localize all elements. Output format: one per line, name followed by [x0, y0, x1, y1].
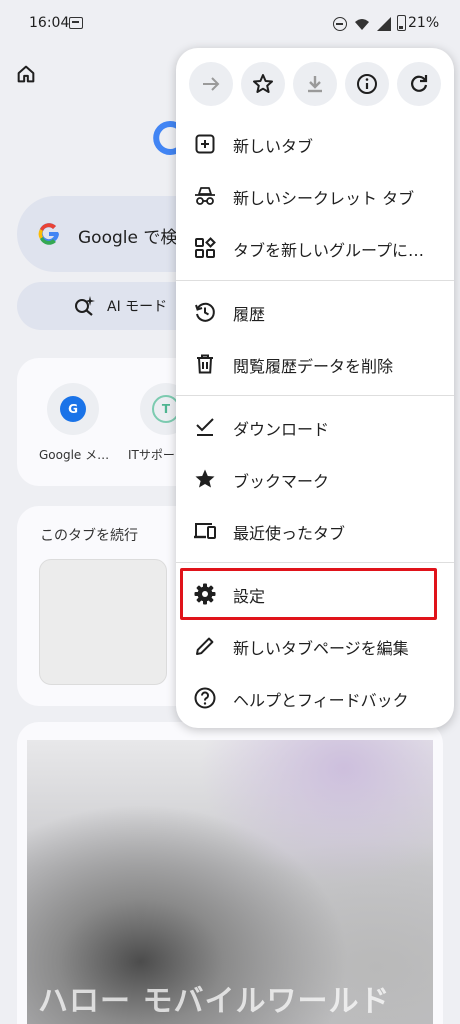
shortcut-google[interactable]: G [47, 383, 99, 435]
bookmark-button[interactable] [241, 62, 285, 106]
menu-item-label: ヘルプとフィードバック [233, 691, 409, 710]
menu-item-label: 最近使ったタブ [233, 524, 346, 543]
ai-search-sparkle-icon [75, 296, 95, 316]
menu-item-clear-browsing-data[interactable]: 閲覧履歴データを削除 [176, 338, 454, 390]
menu-item-label: 履歴 [233, 305, 266, 324]
page-info-button[interactable] [345, 62, 389, 106]
menu-item-tab-group[interactable]: タブを新しいグループに… [176, 222, 454, 274]
menu-divider [176, 280, 454, 281]
download-check-icon [196, 418, 214, 436]
menu-item-label: 新しいシークレット タブ [233, 189, 415, 208]
new-tab-icon [195, 134, 215, 154]
status-time: 16:04 [29, 15, 70, 31]
forward-button[interactable] [189, 62, 233, 106]
battery-percent: 21% [408, 15, 440, 31]
download-page-button[interactable] [293, 62, 337, 106]
browser-screen: 16:04 21% Google で検 AI モード G T Google メ…… [0, 0, 460, 1024]
refresh-button[interactable] [397, 62, 441, 106]
shortcut-icon-google: G [60, 396, 86, 422]
menu-item-downloads[interactable]: ダウンロード [176, 401, 454, 453]
battery-icon [397, 15, 406, 31]
help-icon [194, 687, 216, 709]
menu-item-label: タブを新しいグループに… [233, 241, 425, 260]
google-g-icon [38, 223, 59, 245]
bookmark-star-icon [253, 74, 273, 93]
tab-group-icon [195, 237, 216, 258]
menu-action-row [176, 62, 454, 106]
watermark-logo: ハロー モバイルワールド [38, 984, 391, 1019]
menu-divider [176, 562, 454, 563]
menu-item-bookmarks[interactable]: ブックマーク [176, 453, 454, 505]
star-icon [195, 469, 215, 488]
wifi-icon [355, 19, 369, 30]
trash-icon [197, 354, 213, 374]
home-icon[interactable] [15, 63, 37, 85]
menu-item-label: 新しいタブページを編集 [233, 639, 409, 658]
pencil-icon [196, 637, 214, 655]
ai-mode-label: AI モード [107, 299, 168, 315]
menu-item-label: 閲覧履歴データを削除 [233, 357, 394, 376]
shortcut-label: ITサポー [128, 448, 175, 462]
menu-divider [176, 395, 454, 396]
continue-tab-title: このタブを続行 [40, 528, 138, 544]
menu-item-new-tab[interactable]: 新しいタブ [176, 118, 454, 170]
menu-item-help-feedback[interactable]: ヘルプとフィードバック [176, 672, 454, 724]
cellular-signal-icon [377, 17, 391, 31]
shortcut-label: Google メ… [39, 448, 110, 462]
search-placeholder: Google で検 [78, 228, 178, 248]
menu-item-label: ブックマーク [233, 472, 330, 491]
menu-item-recent-tabs[interactable]: 最近使ったタブ [176, 505, 454, 557]
devices-icon [194, 523, 216, 539]
menu-item-incognito-tab[interactable]: 新しいシークレット タブ [176, 170, 454, 222]
refresh-icon [411, 75, 428, 92]
overflow-menu: 新しいタブ 新しいシークレット タブ タブを新しいグループに… 履歴 閲覧履歴デ… [176, 48, 454, 728]
menu-item-edit-new-tab-page[interactable]: 新しいタブページを編集 [176, 620, 454, 672]
do-not-disturb-icon [333, 17, 347, 31]
calendar-notification-icon [69, 17, 83, 29]
info-icon [357, 74, 377, 94]
status-bar: 16:04 21% [0, 0, 460, 48]
tab-thumbnail[interactable] [39, 559, 167, 685]
history-icon [195, 302, 215, 322]
download-icon [308, 76, 322, 93]
menu-item-label: 新しいタブ [233, 137, 314, 156]
menu-item-history[interactable]: 履歴 [176, 286, 454, 338]
incognito-icon [195, 187, 215, 205]
settings-highlight-box [180, 568, 437, 620]
forward-icon [203, 77, 220, 91]
menu-item-label: ダウンロード [233, 420, 330, 439]
